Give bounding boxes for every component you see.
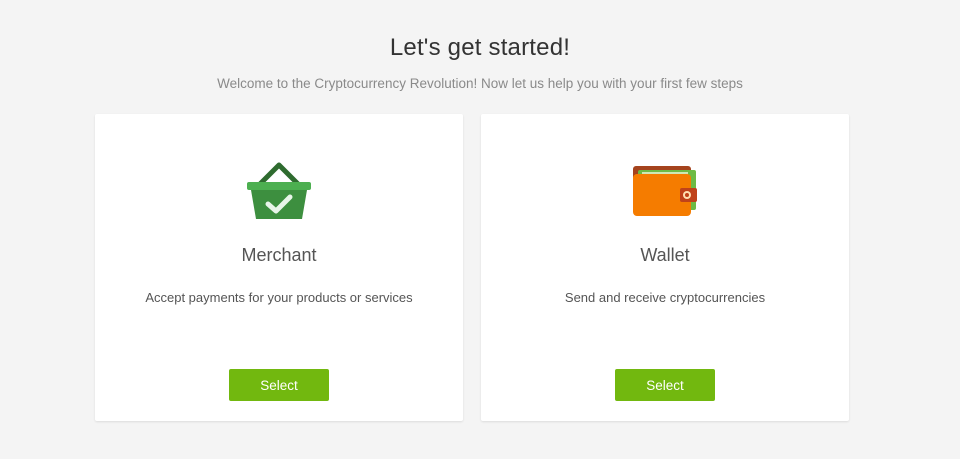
wallet-card-description: Send and receive cryptocurrencies bbox=[564, 290, 766, 305]
page-title: Let's get started! bbox=[389, 34, 571, 61]
wallet-card-title: Wallet bbox=[640, 245, 690, 265]
wallet-select-button[interactable]: Select bbox=[615, 369, 715, 401]
merchant-card-title: Merchant bbox=[241, 245, 317, 265]
page-subtitle: Welcome to the Cryptocurrency Revolution… bbox=[217, 76, 743, 91]
shopping-basket-check-icon bbox=[95, 160, 463, 222]
wallet-card: Wallet Send and receive cryptocurrencies… bbox=[481, 114, 849, 421]
merchant-card-description: Accept payments for your products or ser… bbox=[145, 290, 413, 305]
merchant-card: Merchant Accept payments for your produc… bbox=[95, 114, 463, 421]
merchant-select-button[interactable]: Select bbox=[229, 369, 329, 401]
wallet-icon bbox=[481, 160, 849, 222]
onboarding-page: Let's get started! Welcome to the Crypto… bbox=[0, 0, 960, 459]
